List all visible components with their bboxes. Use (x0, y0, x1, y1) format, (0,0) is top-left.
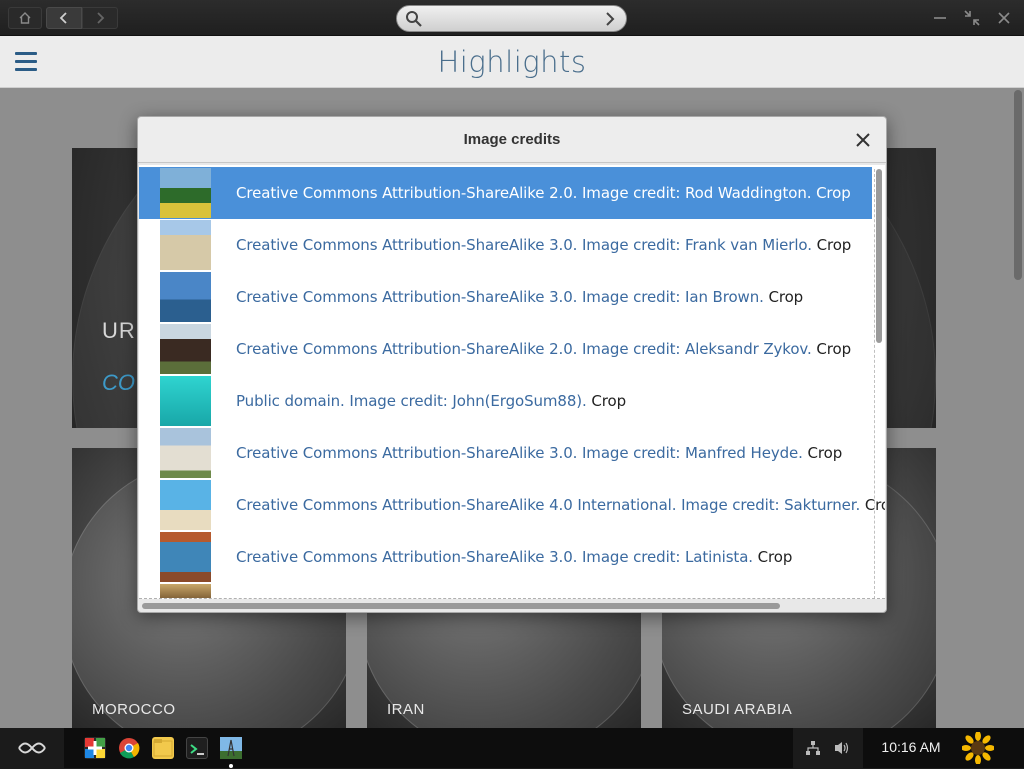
crop-label: Crop (816, 340, 852, 358)
thumbnail-image (160, 428, 211, 478)
vertical-scrollbar[interactable] (874, 169, 882, 598)
unmaximize-icon (964, 10, 980, 26)
encyclopedia-icon[interactable] (220, 737, 242, 759)
credit-text: Creative Commons Attribution-ShareAlike … (236, 184, 851, 202)
credit-link[interactable]: Public domain. Image credit: John(ErgoSu… (236, 392, 587, 410)
unmaximize-button[interactable] (962, 8, 982, 28)
thumbnail-image (160, 480, 211, 530)
dialog-title: Image credits (463, 131, 561, 148)
thumbnail-image (160, 532, 211, 582)
image-credits-dialog: Image credits Creative Commons Attributi… (137, 116, 887, 613)
close-window-button[interactable] (994, 8, 1014, 28)
credit-text: Creative Commons Attribution-ShareAlike … (236, 288, 803, 306)
card-label: IRAN (387, 701, 425, 718)
dialog-header: Image credits (138, 117, 886, 163)
credit-link[interactable]: Creative Commons Attribution-ShareAlike … (236, 184, 811, 202)
horizontal-scrollbar[interactable] (142, 602, 882, 610)
credit-row[interactable]: Creative Commons Attribution-ShareAlike … (139, 167, 872, 219)
featured-title: UR (102, 318, 136, 343)
credit-link[interactable]: Creative Commons Attribution-ShareAlike … (236, 340, 812, 358)
app-header: Highlights (0, 36, 1024, 88)
search-input[interactable] (396, 5, 627, 32)
crop-label: Crop (807, 444, 843, 462)
system-tray (793, 728, 863, 768)
thumbnail-image (160, 376, 211, 426)
search-icon (406, 11, 422, 27)
credit-row[interactable]: Creative Commons Attribution-ShareAlike … (139, 219, 872, 271)
crop-label: Crop (757, 548, 793, 566)
network-icon[interactable] (805, 740, 821, 756)
page-scrollbar[interactable] (1014, 90, 1022, 280)
chevron-left-icon (59, 12, 67, 24)
page-title: Highlights (437, 45, 587, 79)
minimize-icon (934, 17, 946, 19)
clock[interactable]: 10:16 AM (872, 739, 950, 755)
thumbnail-image (160, 584, 211, 598)
chevron-right-icon[interactable] (604, 10, 616, 28)
home-icon (19, 12, 31, 24)
minimize-button[interactable] (930, 8, 950, 28)
thumbnail-image (160, 324, 211, 374)
scrollbar-thumb[interactable] (876, 169, 882, 343)
credit-text: Creative Commons Attribution-ShareAlike … (236, 548, 792, 566)
credits-list[interactable]: Creative Commons Attribution-ShareAlike … (139, 165, 885, 599)
crop-label: Crop (816, 236, 852, 254)
credit-link[interactable]: Creative Commons Attribution-ShareAlike … (236, 288, 764, 306)
credit-link[interactable]: Creative Commons Attribution-ShareAlike … (236, 444, 803, 462)
credit-text: Creative Commons Attribution-ShareAlike … (236, 340, 851, 358)
terminal-icon[interactable] (186, 737, 208, 759)
crop-label: Crop (816, 184, 851, 202)
credit-link[interactable]: Creative Commons Attribution-ShareAlike … (236, 236, 812, 254)
thumbnail-image (160, 220, 211, 270)
close-icon (998, 12, 1010, 24)
running-indicator (229, 764, 233, 768)
credit-link[interactable]: Creative Commons Attribution-ShareAlike … (236, 496, 860, 514)
card-label: MOROCCO (92, 701, 176, 718)
chrome-icon[interactable] (118, 737, 140, 759)
crop-label: Crop (591, 392, 627, 410)
endless-logo-icon (18, 742, 46, 754)
files-icon[interactable] (152, 737, 174, 759)
app-store-icon[interactable] (84, 737, 106, 759)
volume-icon[interactable] (833, 740, 851, 756)
chevron-right-icon (97, 12, 105, 24)
credit-row[interactable]: Creative Commons Attribution-ShareAlike … (139, 479, 885, 531)
featured-subtitle: CO (102, 370, 135, 395)
thumbnail-image (160, 272, 211, 322)
credit-row[interactable]: Public domain. Image credit: John(ErgoSu… (139, 375, 872, 427)
window-titlebar (0, 0, 1024, 36)
credit-row[interactable]: Creative Commons Attribution-ShareAlike … (139, 323, 872, 375)
credit-text: Creative Commons Attribution-ShareAlike … (236, 444, 842, 462)
close-icon (856, 133, 870, 147)
dialog-close-button[interactable] (852, 129, 874, 151)
credit-text: Creative Commons Attribution-ShareAlike … (236, 496, 885, 514)
credit-row[interactable]: Creative Commons Attribution-ShareAlike … (139, 531, 872, 583)
card-label: SAUDI ARABIA (682, 701, 793, 718)
credit-row[interactable]: Creative Commons Attribution-ShareAlike … (139, 271, 872, 323)
credit-row[interactable]: Creative Commons Attribution-ShareAlike … (139, 427, 872, 479)
start-button[interactable] (0, 728, 64, 768)
back-button[interactable] (46, 7, 82, 29)
crop-label: Crop (768, 288, 804, 306)
thumbnail-image (160, 168, 211, 218)
credit-text: Public domain. Image credit: John(ErgoSu… (236, 392, 626, 410)
taskbar: 10:16 AM (0, 728, 1024, 768)
credit-text: Creative Commons Attribution-ShareAlike … (236, 236, 851, 254)
home-button[interactable] (8, 7, 42, 29)
user-avatar[interactable] (961, 731, 995, 765)
scrollbar-thumb[interactable] (142, 603, 780, 609)
forward-button[interactable] (82, 7, 118, 29)
credit-link[interactable]: Creative Commons Attribution-ShareAlike … (236, 548, 753, 566)
